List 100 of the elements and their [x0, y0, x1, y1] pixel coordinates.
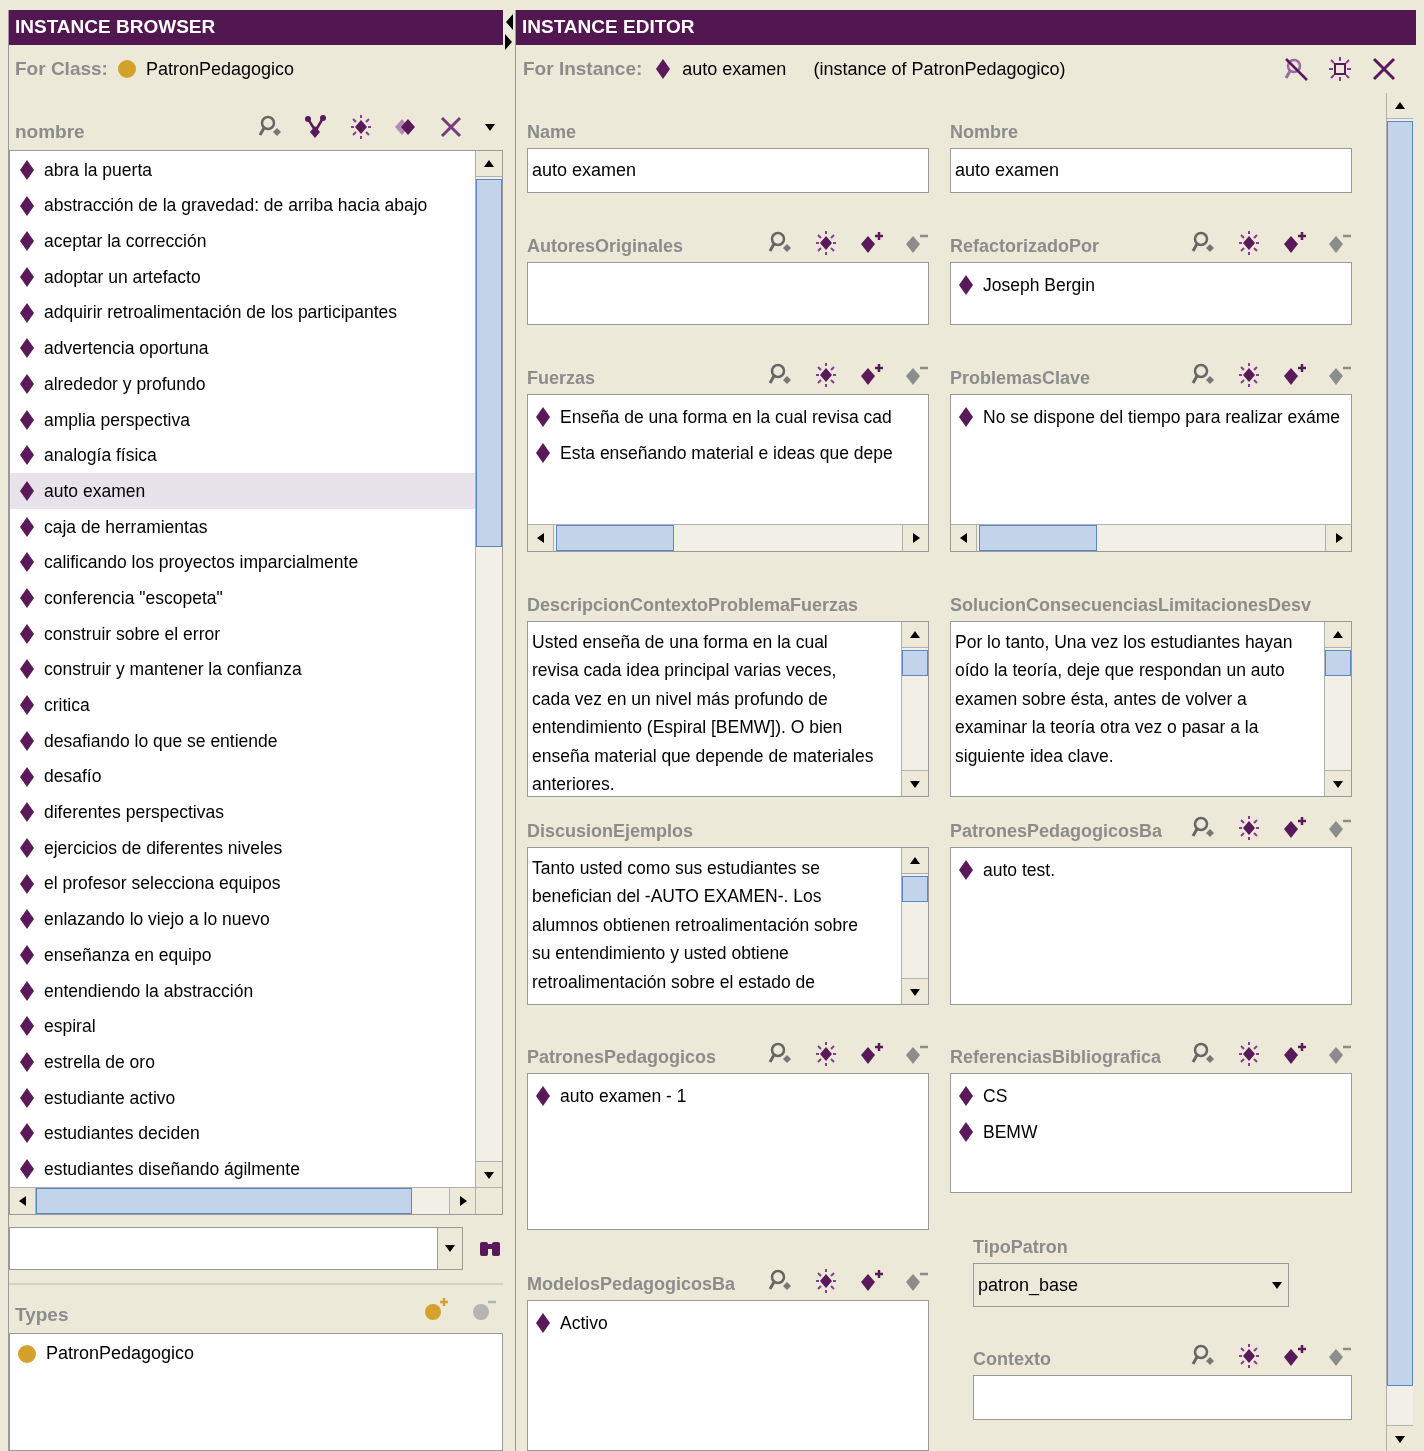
instance-item[interactable]: estrella de oro	[10, 1044, 475, 1080]
class-name: PatronPedagogico	[145, 57, 295, 81]
field-label: DescripcionContextoProblemaFuerzas	[527, 594, 859, 617]
instance-item[interactable]: diferentes perspectivas	[10, 794, 475, 831]
diamond-icon	[20, 766, 34, 787]
field-label: DiscusionEjemplos	[527, 820, 694, 843]
instance-item[interactable]: abstracción de la gravedad: de arriba hacia abajo	[10, 187, 475, 224]
instance-item[interactable]: entendiendo la abstracción	[10, 972, 475, 1009]
diamond-icon	[656, 59, 671, 79]
sparkle-diamond-icon[interactable]	[1236, 230, 1262, 256]
sparkle-diamond-icon[interactable]	[1236, 1041, 1262, 1067]
scrollbar[interactable]	[475, 151, 502, 1187]
list-item[interactable]: Esta enseñando material e ideas que depe	[528, 435, 928, 471]
diamond-icon	[20, 195, 34, 216]
list-item[interactable]: Activo	[528, 1305, 928, 1341]
instance-item[interactable]: estudiantes diseñando ágilmente	[10, 1151, 475, 1187]
scrollbar[interactable]	[10, 1187, 475, 1214]
diamond-icon	[20, 516, 34, 537]
scrollbar[interactable]	[1324, 622, 1351, 796]
scrollbar-thumb[interactable]	[36, 1188, 412, 1214]
sparkle-diamond-icon[interactable]	[813, 1268, 839, 1294]
field-label: Fuerzas	[527, 367, 596, 390]
instance-item[interactable]: construir sobre el error	[10, 615, 475, 652]
instance-item[interactable]: amplia perspectiva	[10, 401, 475, 438]
instance-item[interactable]: espiral	[10, 1008, 475, 1045]
scrollbar-thumb[interactable]	[556, 525, 674, 551]
sparkle-diamond-icon[interactable]	[348, 114, 374, 140]
sparkle-diamond-icon[interactable]	[813, 362, 839, 388]
scrollbar[interactable]	[528, 524, 928, 551]
diamond-icon	[20, 409, 34, 430]
panel-title: INSTANCE BROWSER	[9, 10, 503, 45]
list-item[interactable]: auto examen - 1	[528, 1078, 928, 1114]
scrollbar-thumb[interactable]	[902, 650, 928, 676]
diamond-icon	[20, 730, 34, 751]
delete-icon[interactable]	[438, 114, 464, 140]
scrollbar-thumb[interactable]	[476, 179, 502, 547]
list-item[interactable]: Joseph Bergin	[951, 267, 1351, 303]
diamond-icon	[20, 944, 34, 965]
sparkle-diamond-icon[interactable]	[1236, 815, 1262, 841]
scrollbar-thumb[interactable]	[902, 876, 928, 902]
close-icon[interactable]	[1371, 56, 1397, 82]
diamond-icon	[20, 302, 34, 323]
class-icon	[117, 60, 136, 78]
instance-item[interactable]: caja de herramientas	[10, 508, 475, 545]
instance-item[interactable]: conferencia "escopeta"	[10, 580, 475, 616]
instance-item[interactable]: enlazando lo viejo a lo nuevo	[10, 901, 475, 938]
scrollbar[interactable]	[901, 848, 928, 1004]
instance-item[interactable]: adquirir retroalimentación de los participantes	[10, 294, 475, 331]
instance-item[interactable]: aceptar la corrección	[10, 223, 475, 260]
diamond-icon	[959, 860, 973, 880]
instance-item[interactable]: estudiante activo	[10, 1079, 475, 1116]
field-label: Nombre	[950, 121, 1018, 144]
text-field[interactable]: auto examen	[527, 148, 929, 193]
list-item[interactable]: No se dispone del tiempo para realizar exáme	[951, 399, 1351, 435]
instance-item[interactable]: abra la puerta	[10, 152, 475, 188]
sparkle-diamond-icon[interactable]	[1236, 1343, 1262, 1369]
field-label: AutoresOriginales	[527, 235, 684, 258]
instance-item[interactable]: calificando los proyectos imparcialmente	[10, 544, 475, 581]
crossed-search-icon[interactable]	[1283, 56, 1309, 82]
scrollbar[interactable]	[951, 524, 1351, 551]
diamond-icon	[959, 1086, 973, 1106]
list-item[interactable]: auto test.	[951, 852, 1351, 888]
splitter-arrows-icon[interactable]	[504, 12, 514, 52]
instance-item[interactable]: estudiantes deciden	[10, 1115, 475, 1152]
instance-item[interactable]: enseñanza en equipo	[10, 937, 475, 973]
instance-item[interactable]: desafiando lo que se entiende	[10, 723, 475, 759]
list-item[interactable]: Enseña de una forma en la cual revisa cad	[528, 399, 928, 435]
dropdown[interactable]: patron_base	[973, 1263, 1289, 1307]
sparkle-diamond-icon[interactable]	[813, 1041, 839, 1067]
scrollbar-thumb[interactable]	[979, 525, 1097, 551]
instance-item[interactable]: adoptar un artefacto	[10, 259, 475, 295]
field-label: RefactorizadoPor	[950, 235, 1100, 258]
instance-item[interactable]: advertencia oportuna	[10, 330, 475, 367]
list-item[interactable]: CS	[951, 1078, 1351, 1114]
instance-class: (instance of PatronPedagogico)	[813, 57, 1066, 81]
sparkle-square-icon[interactable]	[1327, 56, 1353, 82]
field-label: Contexto	[973, 1348, 1051, 1371]
instance-item[interactable]: critica	[10, 687, 475, 723]
instance-item[interactable]: desafío	[10, 758, 475, 795]
diamond-icon	[536, 1313, 550, 1333]
search-combo[interactable]	[9, 1226, 463, 1270]
diamond-icon	[20, 837, 34, 858]
instance-item[interactable]: analogía física	[10, 437, 475, 474]
scrollbar-thumb[interactable]	[1325, 650, 1351, 676]
field-label: PatronesPedagogicos	[527, 1046, 717, 1069]
field-label: Name	[527, 121, 577, 144]
instance-item[interactable]: construir y mantener la confianza	[10, 651, 475, 688]
instance-item[interactable]: alrededor y profundo	[10, 366, 475, 402]
sparkle-diamond-icon[interactable]	[813, 230, 839, 256]
list-item[interactable]: BEMW	[951, 1114, 1351, 1150]
diamond-icon	[20, 1159, 34, 1180]
instance-item[interactable]: ejercicios de diferentes niveles	[10, 830, 475, 866]
scrollbar[interactable]	[901, 622, 928, 796]
diamond-icon	[20, 1123, 34, 1144]
column-header: nombre	[15, 119, 85, 144]
instance-item[interactable]: el profesor selecciona equipos	[10, 865, 475, 902]
instance-item[interactable]: auto examen	[10, 473, 475, 509]
sparkle-diamond-icon[interactable]	[1236, 362, 1262, 388]
text-field[interactable]: auto examen	[950, 148, 1352, 193]
branch-icon[interactable]	[303, 114, 329, 140]
